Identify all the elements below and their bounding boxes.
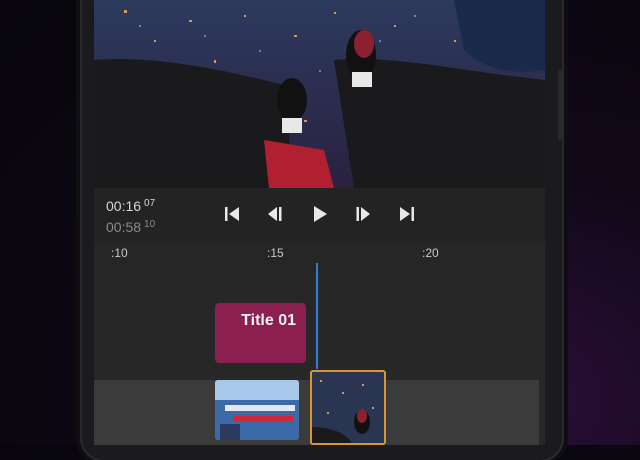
total-frames: 10 <box>144 219 156 230</box>
timeline-tracks: Title 01 <box>94 273 545 445</box>
current-time: 00:16 <box>106 198 142 214</box>
skip-to-end-icon[interactable] <box>398 205 416 223</box>
timeline-ruler[interactable]: :10 :15 :20 <box>94 243 545 273</box>
ruler-tick: :20 <box>422 246 439 260</box>
step-back-icon[interactable] <box>266 205 284 223</box>
phone-side-button <box>558 70 562 140</box>
total-time: 00:58 <box>106 219 142 235</box>
ruler-tick: :15 <box>267 246 284 260</box>
title-clip[interactable]: Title 01 <box>215 303 306 363</box>
video-clip-selected[interactable] <box>310 370 386 445</box>
playback-controls: 00:16 07 00:58 10 <box>94 188 545 243</box>
video-preview[interactable] <box>94 0 545 188</box>
play-icon[interactable] <box>311 205 329 223</box>
step-forward-icon[interactable] <box>354 205 372 223</box>
video-editor-screen: 00:16 07 00:58 10 :10 :15 :20 Title 01 <box>94 0 545 445</box>
playhead[interactable] <box>316 263 318 369</box>
title-clip-label: Title 01 <box>241 312 296 329</box>
skip-to-start-icon[interactable] <box>223 205 241 223</box>
current-frames: 07 <box>144 198 156 209</box>
total-duration: 00:58 10 <box>106 219 155 235</box>
video-clip[interactable] <box>215 380 299 440</box>
current-timecode: 00:16 07 <box>106 198 155 214</box>
ruler-tick: :10 <box>111 246 128 260</box>
